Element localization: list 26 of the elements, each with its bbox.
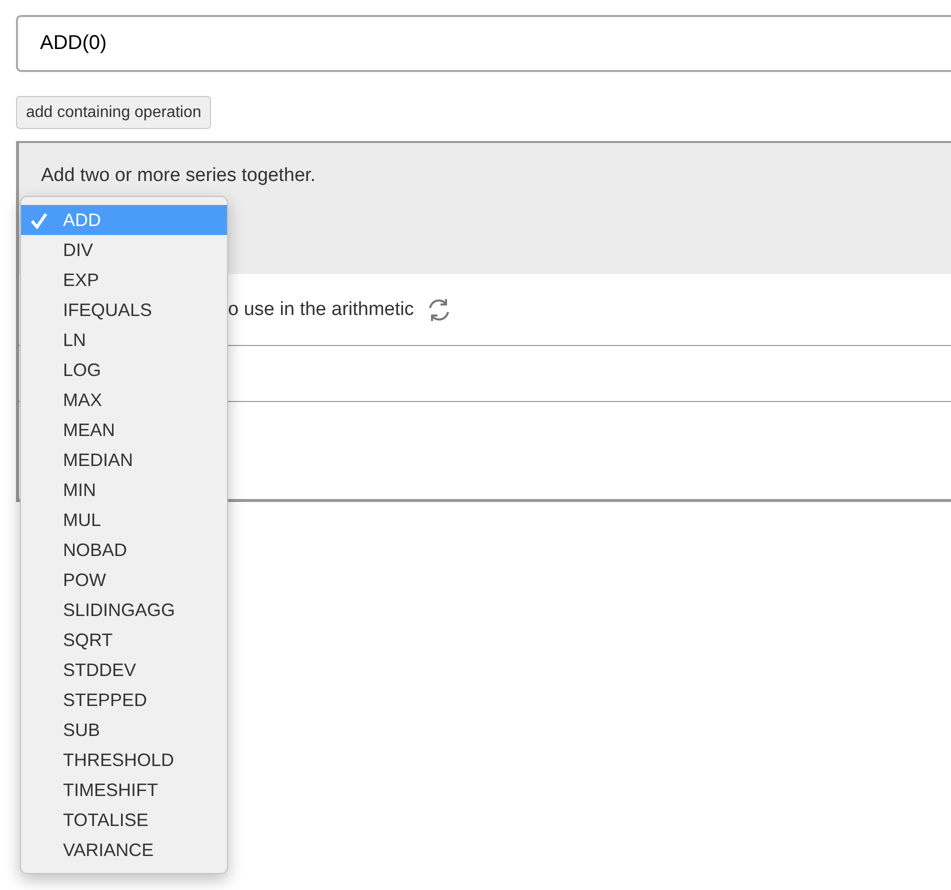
- menu-item[interactable]: MUL: [21, 505, 227, 535]
- operation-description: Add two or more series together.: [41, 165, 316, 186]
- menu-item[interactable]: NOBAD: [21, 535, 227, 565]
- menu-item[interactable]: LOG: [21, 355, 227, 385]
- add-operation-button[interactable]: add containing operation: [16, 96, 212, 129]
- menu-item[interactable]: STDDEV: [21, 655, 227, 685]
- menu-item[interactable]: SQRT: [21, 625, 227, 655]
- menu-item[interactable]: DIV: [21, 235, 227, 265]
- menu-item[interactable]: SUB: [21, 715, 227, 745]
- input-field[interactable]: ADD(0): [16, 15, 951, 72]
- menu-item[interactable]: TIMESHIFT: [21, 775, 227, 805]
- menu-item[interactable]: SLIDINGAGG: [21, 595, 227, 625]
- menu-item[interactable]: IFEQUALS: [21, 295, 227, 325]
- series-label: o use in the arithmetic: [228, 298, 414, 320]
- menu-item[interactable]: LN: [21, 325, 227, 355]
- menu-item[interactable]: STEPPED: [21, 685, 227, 715]
- menu-item[interactable]: EXP: [21, 265, 227, 295]
- menu-item[interactable]: THRESHOLD: [21, 745, 227, 775]
- menu-item[interactable]: MIN: [21, 475, 227, 505]
- menu-item[interactable]: TOTALISE: [21, 805, 227, 835]
- menu-item[interactable]: MEAN: [21, 415, 227, 445]
- menu-item[interactable]: MEDIAN: [21, 445, 227, 475]
- checkmark-icon: [30, 212, 48, 229]
- menu-item[interactable]: MAX: [21, 385, 227, 415]
- menu-item[interactable]: VARIANCE: [21, 835, 227, 865]
- menu-item[interactable]: POW: [21, 565, 227, 595]
